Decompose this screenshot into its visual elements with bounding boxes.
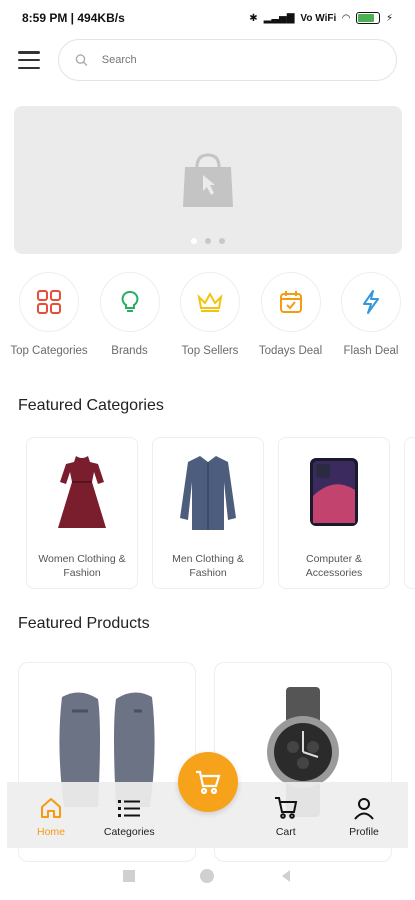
- menu-icon[interactable]: [18, 51, 40, 69]
- network-label: Vo WiFi: [300, 12, 337, 24]
- men-shirt-image: [168, 450, 248, 534]
- phone-image: [294, 450, 374, 534]
- quick-top-categories[interactable]: Top Categories: [10, 272, 88, 359]
- promo-banner[interactable]: [14, 106, 402, 254]
- profile-icon: [354, 798, 374, 820]
- list-icon: [118, 800, 141, 817]
- quick-todays-deal[interactable]: Todays Deal: [252, 272, 330, 359]
- banner-dots: [14, 238, 402, 244]
- quick-top-sellers[interactable]: Top Sellers: [171, 272, 249, 359]
- category-card-computer[interactable]: Computer & Accessories: [278, 437, 390, 589]
- calendar-icon: [279, 291, 302, 313]
- charging-icon: ⚡: [385, 12, 393, 24]
- search-icon: [75, 54, 88, 66]
- search-input[interactable]: [101, 54, 380, 66]
- battery-icon: [355, 12, 380, 24]
- banner-dot[interactable]: [191, 238, 197, 244]
- status-icons: ✱ ▂▃▅▇ Vo WiFi ◠ ⚡: [249, 12, 393, 24]
- nav-cart[interactable]: Cart: [256, 796, 316, 838]
- wifi-icon: ◠: [342, 12, 350, 24]
- category-card-more[interactable]: [404, 437, 415, 589]
- featured-categories-title: Featured Categories: [18, 397, 164, 414]
- home-system-icon[interactable]: [199, 868, 215, 884]
- top-bar: [0, 38, 415, 82]
- featured-products-title: Featured Products: [18, 615, 150, 632]
- cart-icon: [274, 797, 297, 819]
- shopping-bag-placeholder-icon: [183, 153, 233, 207]
- quick-brands[interactable]: Brands: [91, 272, 169, 359]
- grid-icon: [37, 290, 61, 314]
- featured-categories-list: Women Clothing & Fashion Men Clothing & …: [26, 437, 415, 589]
- lightning-icon: [363, 290, 379, 314]
- shopping-cart-icon: [196, 770, 221, 795]
- banner-dot[interactable]: [219, 238, 225, 244]
- quick-flash-deal[interactable]: Flash Deal: [332, 272, 410, 359]
- lightbulb-icon: [121, 291, 138, 312]
- system-nav-bar: [0, 852, 415, 900]
- banner-dot[interactable]: [205, 238, 211, 244]
- category-card-women[interactable]: Women Clothing & Fashion: [26, 437, 138, 589]
- nav-home[interactable]: Home: [21, 796, 81, 838]
- nav-categories[interactable]: Categories: [99, 798, 159, 838]
- status-bar: 8:59 PM | 494KB/s ✱ ▂▃▅▇ Vo WiFi ◠ ⚡: [0, 0, 415, 36]
- home-icon: [41, 798, 61, 818]
- nav-profile[interactable]: Profile: [334, 796, 394, 838]
- search-bar[interactable]: [58, 39, 397, 81]
- shop-fab-button[interactable]: [178, 752, 238, 812]
- back-icon[interactable]: [278, 868, 294, 884]
- quick-links: Top Categories Brands Top Sellers Todays…: [10, 272, 410, 359]
- signal-icon: ▂▃▅▇: [263, 12, 295, 24]
- status-time: 8:59 PM | 494KB/s: [22, 11, 125, 25]
- category-card-men[interactable]: Men Clothing & Fashion: [152, 437, 264, 589]
- women-dress-image: [42, 450, 122, 534]
- recent-apps-icon[interactable]: [121, 868, 137, 884]
- crown-icon: [197, 291, 223, 312]
- bluetooth-icon: ✱: [249, 12, 258, 24]
